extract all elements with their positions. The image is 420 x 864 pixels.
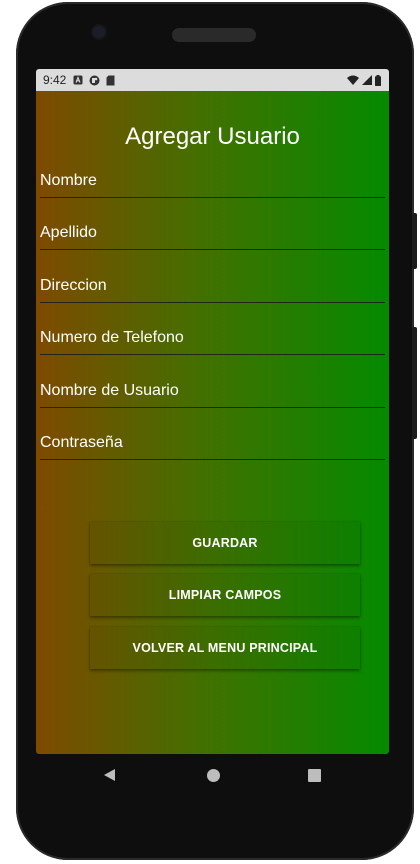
battery-icon (375, 74, 381, 86)
apellido-field[interactable]: Apellido (40, 220, 385, 250)
signal-icon (362, 75, 372, 85)
nombre-field[interactable]: Nombre (40, 168, 385, 198)
direccion-field[interactable]: Direccion (40, 273, 385, 303)
home-icon[interactable] (207, 769, 220, 782)
contrasena-label: Contraseña (40, 434, 123, 451)
page-title: Agregar Usuario (125, 123, 300, 150)
notification-a-icon (73, 75, 83, 85)
earpiece-speaker (172, 28, 256, 42)
back-to-menu-button[interactable]: VOLVER AL MENU PRINCIPAL (90, 627, 360, 669)
telefono-field[interactable]: Numero de Telefono (40, 325, 385, 355)
usuario-field[interactable]: Nombre de Usuario (40, 378, 385, 408)
notification-circle-icon (89, 75, 100, 86)
contrasena-field[interactable]: Contraseña (40, 430, 385, 460)
direccion-label: Direccion (40, 277, 107, 294)
add-user-screen: Agregar Usuario Nombre Apellido Direccio… (36, 91, 389, 754)
status-bar: 9:42 (36, 69, 389, 91)
clear-fields-button[interactable]: LIMPIAR CAMPOS (90, 574, 360, 616)
back-icon[interactable] (104, 769, 115, 781)
power-button[interactable] (412, 213, 417, 269)
status-time: 9:42 (43, 73, 67, 87)
telefono-label: Numero de Telefono (40, 329, 184, 346)
volume-button[interactable] (412, 327, 417, 439)
nombre-label: Nombre (40, 172, 97, 189)
front-camera (93, 26, 105, 38)
save-button[interactable]: GUARDAR (90, 522, 360, 564)
sd-card-icon (106, 75, 115, 86)
apellido-label: Apellido (40, 224, 97, 241)
navigation-bar (36, 754, 389, 800)
wifi-icon (347, 75, 359, 85)
usuario-label: Nombre de Usuario (40, 382, 179, 399)
recents-icon[interactable] (308, 769, 321, 782)
screen: 9:42 Agregar Usuario Nombre Apellido Dir… (36, 69, 389, 754)
